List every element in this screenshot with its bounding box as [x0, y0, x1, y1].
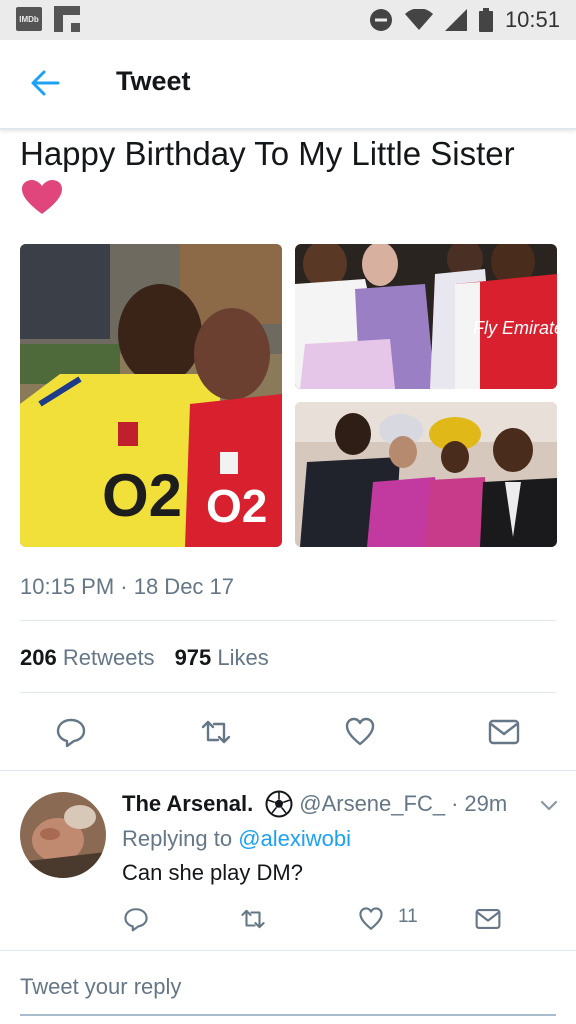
tweet-reply-input[interactable]: Tweet your reply	[20, 974, 556, 1016]
tweet-photo-1[interactable]: O2 O2	[20, 244, 282, 547]
reply-separator: ·	[451, 791, 459, 816]
replying-to-line: Replying to @alexiwobi	[122, 826, 351, 852]
likes-count: 975	[174, 645, 212, 670]
page-title: Tweet	[116, 66, 191, 96]
dm-icon[interactable]	[488, 716, 520, 748]
tweet-text: Happy Birthday To My Little Sister	[20, 135, 515, 172]
reply-author-name[interactable]: The Arsenal.	[122, 791, 253, 817]
replying-to-handle[interactable]: @alexiwobi	[238, 826, 351, 851]
signal-icon	[444, 9, 467, 31]
avatar[interactable]	[20, 792, 106, 878]
reply-header: The Arsenal. @Arsene_FC_ · 29m	[122, 790, 507, 818]
chevron-down-icon[interactable]	[538, 794, 560, 816]
tweet-timestamp: 10:15 PM · 18 Dec 17	[20, 574, 235, 599]
back-arrow-icon[interactable]	[28, 66, 62, 100]
retweets-stat[interactable]: 206 Retweets	[20, 645, 155, 671]
reply-text: Can she play DM?	[122, 860, 303, 885]
retweets-count: 206	[20, 645, 57, 670]
tweet-stats: 206 Retweets 975 Likes	[20, 645, 269, 671]
dm-icon[interactable]	[475, 906, 501, 932]
photo-sponsor-o2-b: O2	[206, 480, 267, 532]
divider	[0, 950, 576, 951]
tweet-photo-2[interactable]: Fly Emirates	[295, 244, 557, 389]
retweets-label: Retweets	[62, 645, 155, 670]
tweet-actions	[0, 710, 576, 754]
retweet-icon[interactable]	[240, 906, 266, 932]
wifi-icon	[404, 9, 433, 30]
divider	[20, 620, 556, 621]
likes-stat[interactable]: 975 Likes	[175, 645, 269, 671]
imdb-icon: IMDb	[16, 7, 42, 31]
photo-sponsor-o2-a: O2	[102, 462, 182, 529]
like-icon[interactable]	[358, 906, 384, 932]
reply-actions	[0, 902, 576, 936]
status-bar: IMDb 10:51	[0, 0, 576, 40]
like-icon[interactable]	[344, 716, 376, 748]
divider	[20, 692, 556, 693]
do-not-disturb-icon	[369, 9, 392, 31]
divider	[0, 770, 576, 771]
reply-icon[interactable]	[55, 716, 87, 748]
likes-label: Likes	[217, 645, 269, 670]
tweet-photo-3[interactable]	[295, 402, 557, 547]
replying-label: Replying to	[122, 826, 233, 851]
reply-time: 29m	[464, 791, 508, 816]
pink-heart-emoji-icon	[22, 180, 62, 214]
soccer-ball-icon	[265, 790, 293, 818]
photo-sponsor-emirates: Fly Emirates	[473, 318, 557, 338]
flipboard-icon	[54, 6, 80, 32]
reply-like-count: 11	[398, 906, 418, 927]
status-time: 10:51	[504, 7, 560, 32]
battery-icon	[478, 8, 493, 32]
reply-icon[interactable]	[123, 906, 149, 932]
app-header: Tweet	[0, 40, 576, 130]
retweet-icon[interactable]	[200, 716, 232, 748]
reply-author-handle[interactable]: @Arsene_FC_	[299, 791, 445, 817]
